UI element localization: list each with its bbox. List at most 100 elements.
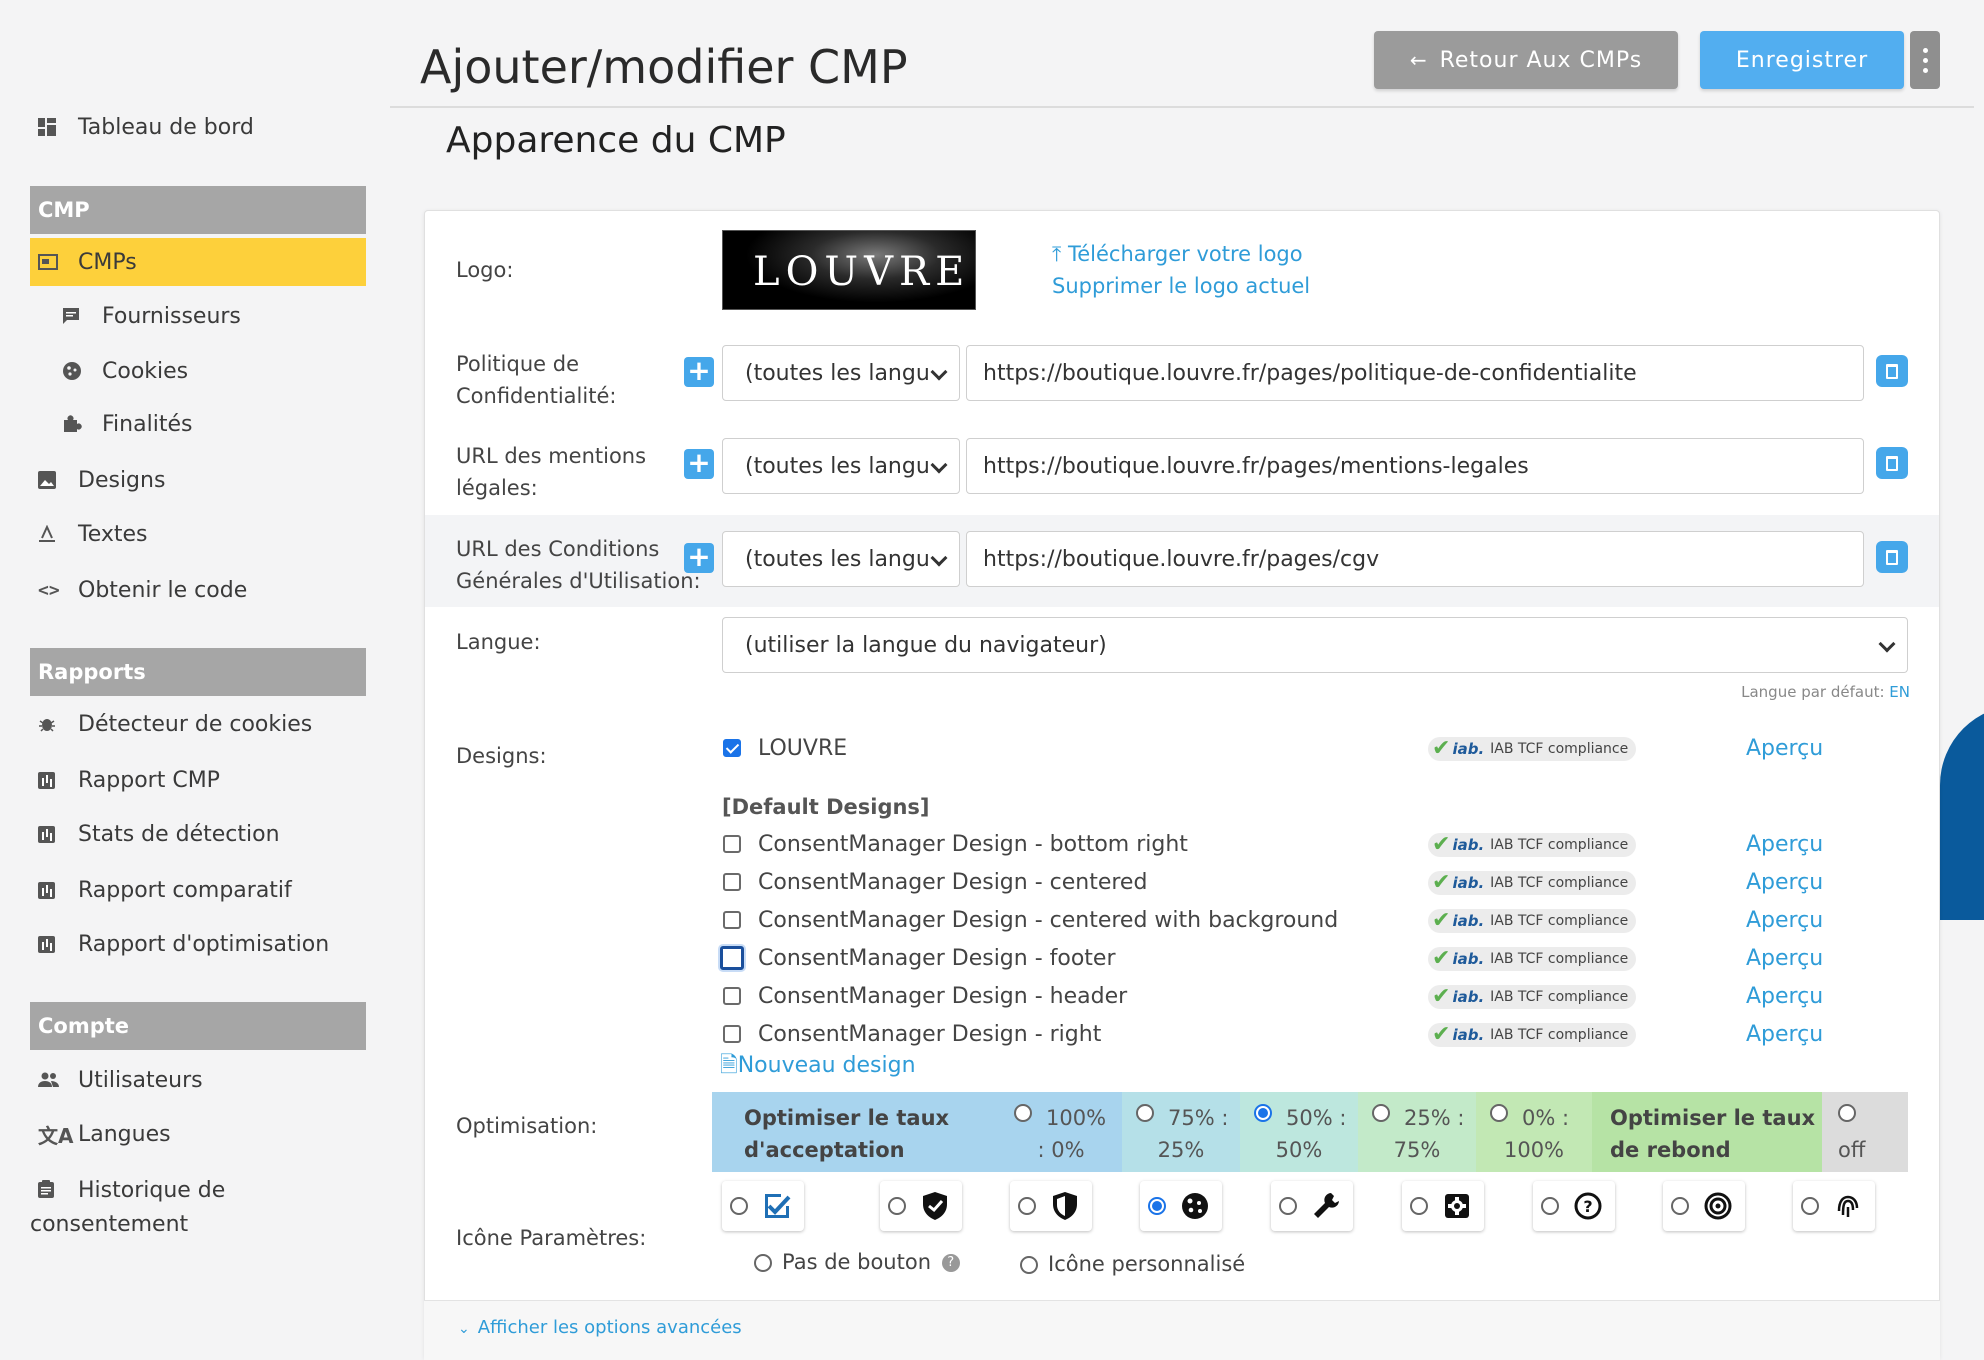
optimisation-radio[interactable] bbox=[1372, 1104, 1390, 1122]
preview-link[interactable]: Aperçu bbox=[1746, 864, 1823, 902]
design-checkbox[interactable] bbox=[723, 1025, 741, 1043]
design-checkbox[interactable] bbox=[723, 911, 741, 929]
add-legal-url-button[interactable]: + bbox=[684, 449, 714, 479]
delete-legal-url-button[interactable] bbox=[1876, 447, 1908, 479]
optimisation-option[interactable]: 50% :50% bbox=[1240, 1092, 1358, 1172]
settings-icon-option[interactable]: ? bbox=[1533, 1181, 1615, 1231]
save-button[interactable]: Enregistrer bbox=[1700, 31, 1904, 89]
privacy-url-input[interactable]: https://boutique.louvre.fr/pages/politiq… bbox=[966, 345, 1864, 401]
design-checkbox[interactable] bbox=[723, 835, 741, 853]
optimisation-radio[interactable] bbox=[1254, 1104, 1272, 1122]
optimisation-off-option[interactable]: off bbox=[1822, 1092, 1908, 1172]
design-checkbox[interactable] bbox=[723, 873, 741, 891]
settings-icon-radio[interactable] bbox=[1671, 1197, 1689, 1215]
fingerprint-round-icon bbox=[1701, 1189, 1735, 1223]
iab-logo: iab. bbox=[1452, 740, 1485, 758]
radio-off[interactable] bbox=[1838, 1104, 1856, 1122]
preview-link[interactable]: Aperçu bbox=[1746, 902, 1823, 940]
settings-icon-option[interactable] bbox=[1140, 1181, 1222, 1231]
settings-icon-option[interactable] bbox=[1402, 1181, 1484, 1231]
file-icon: 🗎 bbox=[720, 1053, 738, 1078]
sidebar-item-purposes[interactable]: Finalités bbox=[30, 400, 366, 448]
preview-link[interactable]: Aperçu bbox=[1746, 1016, 1823, 1054]
settings-icon-option[interactable] bbox=[722, 1181, 804, 1231]
sidebar-item-vendors[interactable]: Fournisseurs bbox=[30, 292, 366, 340]
designs-label: Designs: bbox=[456, 744, 547, 768]
privacy-language-select[interactable]: (toutes les langu bbox=[722, 345, 960, 401]
optimisation-option[interactable]: 75% :25% bbox=[1122, 1092, 1240, 1172]
preview-link[interactable]: Aperçu bbox=[1746, 940, 1823, 978]
preview-link[interactable]: Aperçu bbox=[1746, 978, 1823, 1016]
sidebar-item-label: Obtenir le code bbox=[78, 577, 248, 603]
settings-icon-option[interactable] bbox=[1663, 1181, 1745, 1231]
radio-custom-icon[interactable] bbox=[1020, 1256, 1038, 1274]
optimisation-radio[interactable] bbox=[1490, 1104, 1508, 1122]
optimisation-radio[interactable] bbox=[1014, 1104, 1032, 1122]
sidebar-item-detection-stats[interactable]: Stats de détection bbox=[30, 810, 366, 858]
new-design-link[interactable]: 🗎Nouveau design bbox=[720, 1050, 916, 1082]
design-checkbox[interactable] bbox=[723, 739, 741, 757]
custom-icon-option[interactable]: Icône personnalisé bbox=[1020, 1248, 1245, 1280]
language-select[interactable]: (utiliser la langue du navigateur) bbox=[722, 617, 1908, 673]
window-icon bbox=[38, 254, 78, 270]
settings-icon-radio[interactable] bbox=[1541, 1197, 1559, 1215]
sidebar-item-optimization-report[interactable]: Rapport d'optimisation bbox=[30, 920, 366, 968]
settings-icon-option[interactable] bbox=[1793, 1181, 1875, 1231]
bar-chart-icon bbox=[38, 771, 78, 789]
sidebar-item-dashboard[interactable]: Tableau de bord bbox=[30, 103, 366, 151]
settings-icon-radio[interactable] bbox=[1801, 1197, 1819, 1215]
legal-language-select[interactable]: (toutes les langu bbox=[722, 438, 960, 494]
add-terms-url-button[interactable]: + bbox=[684, 543, 714, 573]
optimisation-option[interactable]: 100%: 0% bbox=[1000, 1092, 1122, 1172]
delete-logo-link[interactable]: Supprimer le logo actuel bbox=[1052, 270, 1310, 302]
sidebar-item-label: Rapport CMP bbox=[78, 767, 220, 793]
design-checkbox[interactable] bbox=[723, 987, 741, 1005]
sidebar-item-get-code[interactable]: <> Obtenir le code bbox=[30, 566, 366, 614]
more-options-button[interactable] bbox=[1910, 31, 1940, 89]
settings-icon-radio[interactable] bbox=[730, 1197, 748, 1215]
terms-language-select[interactable]: (toutes les langu bbox=[722, 531, 960, 587]
sidebar-item-cmp-report[interactable]: Rapport CMP bbox=[30, 756, 366, 804]
bar-chart-icon bbox=[38, 935, 78, 953]
sidebar-item-languages[interactable]: 文A Langues bbox=[30, 1110, 366, 1158]
sidebar-item-comparative-report[interactable]: Rapport comparatif bbox=[30, 866, 366, 914]
settings-icon-option[interactable] bbox=[1010, 1181, 1092, 1231]
help-icon[interactable]: ? bbox=[941, 1254, 960, 1272]
settings-icon-option[interactable] bbox=[1271, 1181, 1353, 1231]
sidebar-item-cookie-crawler[interactable]: Détecteur de cookies bbox=[30, 700, 366, 748]
legal-url-input[interactable]: https://boutique.louvre.fr/pages/mention… bbox=[966, 438, 1864, 494]
settings-icon-radio[interactable] bbox=[1148, 1197, 1166, 1215]
iab-logo: iab. bbox=[1452, 950, 1485, 968]
design-checkbox[interactable] bbox=[720, 946, 744, 970]
sidebar-item-cookies[interactable]: Cookies bbox=[30, 347, 366, 395]
add-privacy-url-button[interactable]: + bbox=[684, 357, 714, 387]
design-name: ConsentManager Design - header bbox=[758, 984, 1128, 1009]
upload-logo-link[interactable]: ⤒ Télécharger votre logo bbox=[1052, 238, 1303, 270]
show-advanced-options-link[interactable]: ⌄ Afficher les options avancées bbox=[458, 1312, 742, 1345]
delete-terms-url-button[interactable] bbox=[1876, 541, 1908, 573]
sidebar-item-cmps[interactable]: CMPs bbox=[30, 238, 366, 286]
optimisation-radio[interactable] bbox=[1136, 1104, 1154, 1122]
terms-url-input[interactable]: https://boutique.louvre.fr/pages/cgv bbox=[966, 531, 1864, 587]
settings-icon-radio[interactable] bbox=[1279, 1197, 1297, 1215]
optimisation-option[interactable]: 25% :75% bbox=[1358, 1092, 1476, 1172]
no-button-option[interactable]: Pas de bouton ? bbox=[754, 1246, 960, 1278]
check-icon: ✔ bbox=[1432, 945, 1451, 971]
chevron-down-icon bbox=[930, 549, 948, 567]
preview-link[interactable]: Aperçu bbox=[1746, 730, 1823, 768]
sidebar-item-texts[interactable]: Textes bbox=[30, 510, 366, 558]
radio-no-button[interactable] bbox=[754, 1254, 772, 1272]
sidebar-item-label: Langues bbox=[78, 1121, 171, 1147]
settings-icon-radio[interactable] bbox=[888, 1197, 906, 1215]
back-to-cmps-button[interactable]: ← Retour Aux CMPs bbox=[1374, 31, 1678, 89]
gear-square-icon bbox=[1440, 1189, 1474, 1223]
delete-privacy-url-button[interactable] bbox=[1876, 355, 1908, 387]
optimisation-option[interactable]: 0% :100% bbox=[1476, 1092, 1592, 1172]
sidebar-item-consent-history[interactable]: Historique de consentement bbox=[30, 1168, 366, 1248]
preview-link[interactable]: Aperçu bbox=[1746, 826, 1823, 864]
sidebar-item-designs[interactable]: Designs bbox=[30, 456, 366, 504]
settings-icon-option[interactable] bbox=[880, 1181, 962, 1231]
sidebar-item-users[interactable]: Utilisateurs bbox=[30, 1056, 366, 1104]
settings-icon-radio[interactable] bbox=[1018, 1197, 1036, 1215]
settings-icon-radio[interactable] bbox=[1410, 1197, 1428, 1215]
